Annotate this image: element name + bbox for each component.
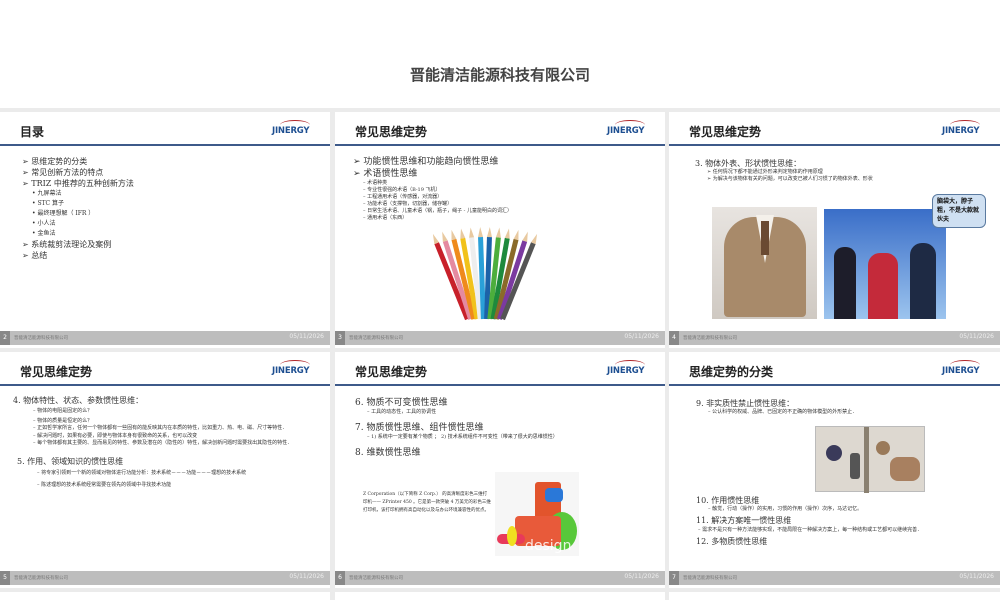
toc-item: ➢ 系统裁剪法理论及案例: [22, 240, 112, 249]
sub-item: – 术语种类: [363, 180, 388, 186]
sub-item: – 物体的电阻是固定的么？: [33, 408, 93, 414]
image-watermark: design: [525, 538, 572, 554]
paragraph: Z Corporation（以下简称 Z Corp.） 的高清晰度彩色三维打印机…: [363, 492, 491, 513]
sub-item: – 解决问题时，如果有必要，即使与物体本身有很致命的关系，也可以改变: [33, 432, 198, 439]
heading: 12. 多物质惯性思维: [696, 537, 768, 546]
slide-thumbnail-2[interactable]: 目录 JINERGY ➢ 思维定势的分类 ➢ 常见创新方法的特点 ➢ TRIZ …: [0, 112, 330, 348]
sub-item: – 通用术语（东西）: [363, 215, 408, 221]
jinergy-logo: JINERGY: [607, 120, 653, 140]
speech-bubble: 脑袋大，脖子粗，不是大款就伙夫: [932, 194, 986, 228]
sub-item: – 需求不是只有一种方法能够实现，不能局限在一种解决方案上，每一种结构或工艺都可…: [698, 527, 923, 533]
slide-title: 常见思维定势: [20, 365, 93, 379]
title-divider: [335, 384, 665, 386]
stage-performance-image: [824, 209, 946, 319]
slide-footer: 5 晋能清洁能源科技有限公司 05/11/2026: [0, 571, 330, 585]
heading: 11. 解决方案唯一惯性思维: [696, 516, 792, 525]
sub-item: ➢ 任何情况下都不能通过外形来判定物体的作用原理: [707, 169, 823, 175]
slide-thumbnail-10[interactable]: [669, 592, 1000, 600]
sub-item: – 工具的动态性，工具的协调性: [367, 409, 437, 415]
jinergy-logo: JINERGY: [272, 120, 318, 140]
jinergy-logo: JINERGY: [942, 120, 988, 140]
slide-thumbnail-5[interactable]: 常见思维定势 JINERGY 4. 物体特性、状态、参数惯性思维： – 物体的电…: [0, 352, 330, 588]
3d-printed-engine-image: design: [495, 472, 579, 556]
heading: 7. 物质惯性思维、组件惯性思维: [355, 423, 484, 433]
title-divider: [669, 144, 1000, 146]
slide-thumbnail-8[interactable]: [0, 592, 330, 600]
sub-item: – 工程通用术语（传感器，对流器）: [363, 194, 443, 200]
sub-item: – 触觉，行动（操作）的实用，习惯的作用（操作）次序，马达记忆。: [708, 506, 863, 512]
slide-footer: 6 晋能清洁能源科技有限公司 05/11/2026: [335, 571, 665, 585]
jinergy-logo: JINERGY: [607, 360, 653, 380]
sub-item: – 公认科学的权威、品牌、已固定的不正确的物体模型的外形禁止．: [708, 409, 858, 415]
suit-jacket-image: [712, 207, 817, 319]
slide-title: 思维定势的分类: [689, 365, 774, 379]
bullet-item: ➢ 功能惯性思维和功能趋向惯性思维: [353, 157, 499, 167]
toc-subitem: • 小人法: [32, 220, 56, 227]
toc-subitem: • 最终理想解（ IFR ）: [32, 210, 95, 217]
toc-subitem: • 九屏幕法: [32, 190, 62, 197]
heading: 4. 物体特性、状态、参数惯性思维：: [13, 396, 144, 405]
title-divider: [0, 144, 330, 146]
cartoon-illustration: [815, 426, 925, 493]
sub-item: – 功能术语（支撑物，切割器，储存罐）: [363, 201, 453, 207]
sub-item: – 每个物体都有其主要的、显而易见的特性、参数及潜在的（隐性的）特性，解决创新问…: [33, 440, 293, 446]
heading: 9. 非实质性禁止惯性思维：: [696, 399, 795, 408]
toc-subitem: • 金鱼法: [32, 230, 56, 237]
slide-thumbnail-9[interactable]: [335, 592, 665, 600]
slide-title: 常见思维定势: [689, 125, 762, 139]
title-divider: [335, 144, 665, 146]
jinergy-logo: JINERGY: [942, 360, 988, 380]
jinergy-logo: JINERGY: [272, 360, 318, 380]
bullet-item: ➢ 术语惯性思维: [353, 169, 418, 179]
heading: 10. 作用惯性思维: [696, 496, 760, 505]
sub-item: ➢ 为解决与该物体有关的问题，可以改变已被人们习惯了的物体外表、形状: [707, 176, 873, 182]
heading: 6. 物质不可变惯性思维: [355, 398, 448, 408]
slide-footer: 7 晋能清洁能源科技有限公司 05/11/2026: [669, 571, 1000, 585]
slide-title: 常见思维定势: [355, 125, 428, 139]
toc-item: ➢ 思维定势的分类: [22, 157, 88, 166]
colored-pencils-image: [432, 227, 538, 321]
slide-thumbnail-3[interactable]: 常见思维定势 JINERGY ➢ 功能惯性思维和功能趋向惯性思维 ➢ 术语惯性思…: [335, 112, 665, 348]
toc-subitem: • STC 算子: [32, 200, 65, 207]
sub-item: – 专业性很强的术语（B-19 飞机）: [363, 187, 441, 193]
toc-item: ➢ TRIZ 中推荐的五种创新方法: [22, 179, 134, 188]
slide-thumbnail-6[interactable]: 常见思维定势 JINERGY 6. 物质不可变惯性思维 – 工具的动态性，工具的…: [335, 352, 665, 588]
slide-footer: 2 晋能清洁能源科技有限公司 05/11/2026: [0, 331, 330, 345]
header-area: 晋能清洁能源科技有限公司: [0, 0, 1000, 108]
slide-title: 目录: [20, 125, 45, 139]
sub-item: – 将专家引领到一个新的领域对物体进行功能分析：技术系统－－－功能－－－理想的技…: [37, 469, 247, 476]
slide-title: 常见思维定势: [355, 365, 428, 379]
title-divider: [0, 384, 330, 386]
slide-thumbnail-7[interactable]: 思维定势的分类 JINERGY 9. 非实质性禁止惯性思维： – 公认科学的权威…: [669, 352, 1000, 588]
heading: 5. 作用、领域知识的惯性思维: [17, 456, 124, 466]
heading: 8. 维数惯性思维: [355, 448, 421, 458]
title-divider: [669, 384, 1000, 386]
toc-item: ➢ 常见创新方法的特点: [22, 168, 104, 177]
slide-thumbnail-4[interactable]: 常见思维定势 JINERGY 3. 物体外表、形状惯性思维： ➢ 任何情况下都不…: [669, 112, 1000, 348]
document-title: 晋能清洁能源科技有限公司: [409, 66, 590, 84]
slide-footer: 4 晋能清洁能源科技有限公司 05/11/2026: [669, 331, 1000, 345]
heading: 3. 物体外表、形状惯性思维：: [695, 159, 802, 168]
sub-item: – 物体的质量是恒定的么？: [33, 417, 93, 424]
sub-item: – 陈述理想的技术系统经常需要在领先的领域中寻找技术功能: [37, 481, 172, 488]
slide-footer: 3 晋能清洁能源科技有限公司 05/11/2026: [335, 331, 665, 345]
sub-item: – 日常生活术语、儿童术语（锅，瓶子，绳子 - 儿童能明白的词汇）: [363, 208, 512, 214]
toc-item: ➢ 总结: [22, 251, 48, 260]
sub-item: – 1) 系统中一定要有某个物质 ； 2) 技术系统组件不可变性（带来了很大的思…: [367, 434, 558, 440]
sub-item: – 正如哲学家所言，任何一个物体都有一些固有的能反映其内在本质的特性，比如重力、…: [33, 425, 288, 431]
